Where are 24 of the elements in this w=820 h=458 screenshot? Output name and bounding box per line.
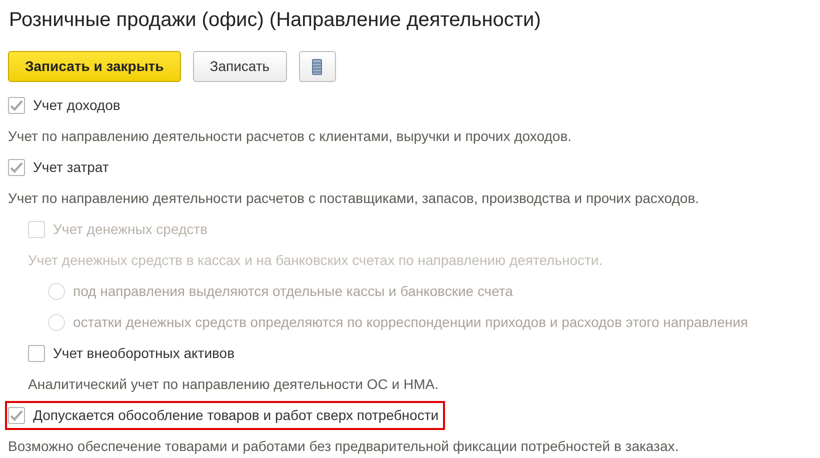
checkbox[interactable] (28, 345, 45, 362)
option-description: Учет денежных средств в кассах и на банковских счетах по направлению деятельности. (28, 251, 603, 270)
check-icon (10, 100, 23, 111)
check-icon (10, 410, 23, 421)
more-button[interactable] (298, 51, 336, 82)
checkbox-label: Учет затрат (33, 158, 109, 177)
checkbox[interactable] (8, 159, 25, 176)
save-button[interactable]: Записать (192, 51, 287, 82)
checkbox-label: Допускается обособление товаров и работ сверх потребности (33, 406, 439, 425)
option-description: Учет по направлению деятельности расчетов с клиентами, выручки и прочих доходов. (8, 127, 572, 146)
checkbox-label: Учет доходов (33, 96, 120, 115)
checkbox[interactable] (8, 97, 25, 114)
option-description: Аналитический учет по направлению деятельности ОС и НМА. (28, 375, 438, 394)
window-title: Розничные продажи (офис) (Направление деятельности) (8, 8, 542, 33)
option-description: Возможно обеспечение товарами и работами без предварительной фиксации потребностей в заказах. (8, 437, 679, 456)
checkbox[interactable] (8, 407, 25, 424)
option-description: Учет по направлению деятельности расчетов с поставщиками, запасов, производства и прочих расходов. (8, 189, 700, 208)
radio-label: под направления выделяются отдельные кассы и банковские счета (73, 282, 513, 301)
list-icon (312, 58, 322, 74)
check-icon (10, 162, 23, 173)
radio-label: остатки денежных средств определяются по корреспонденции приходов и расходов этого направления (73, 313, 748, 332)
save-and-close-button[interactable]: Записать и закрыть (8, 51, 181, 82)
checkbox-label: Учет денежных средств (53, 220, 208, 239)
checkbox-label: Учет внеоборотных активов (53, 344, 235, 363)
